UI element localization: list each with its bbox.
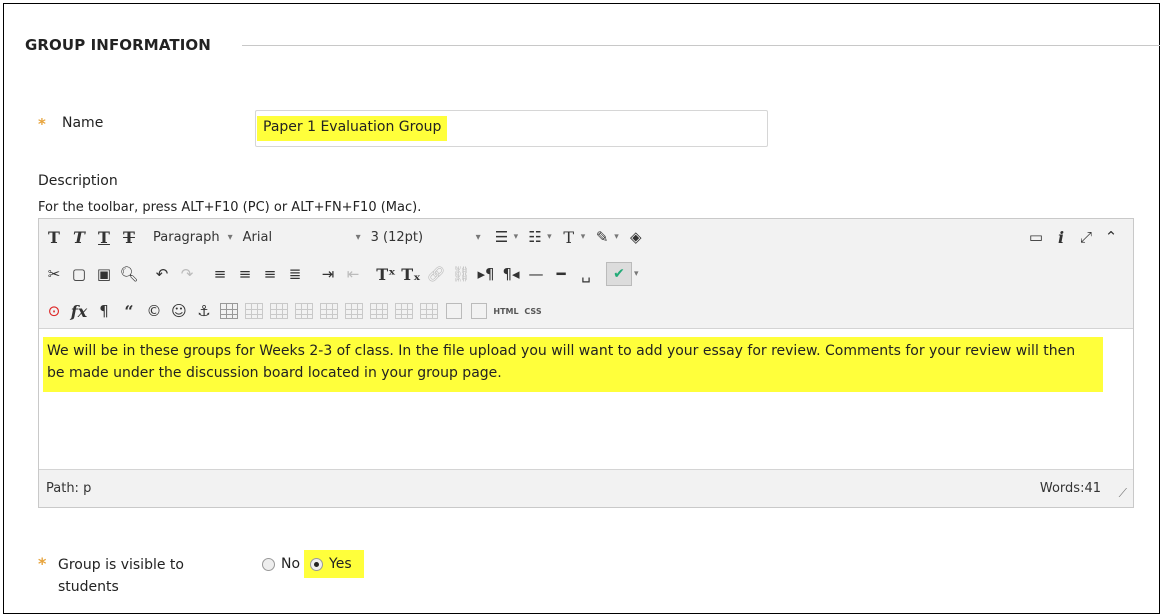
name-input[interactable]: Paper 1 Evaluation Group	[255, 110, 768, 147]
insert-table-icon[interactable]	[218, 300, 240, 322]
insert-row-before-icon[interactable]	[293, 300, 315, 322]
insert-col-after-icon[interactable]	[393, 300, 415, 322]
visibility-no-radio[interactable]	[262, 557, 275, 571]
visibility-radio-group: No Yes	[262, 550, 364, 578]
insert-col-before-icon[interactable]	[368, 300, 390, 322]
undo-icon[interactable]: ↶	[151, 263, 173, 285]
delete-col-icon[interactable]	[418, 300, 440, 322]
chevron-down-icon[interactable]: ▾	[581, 232, 586, 242]
anchor-icon[interactable]: ⚓︎	[193, 300, 215, 322]
name-label: Name	[62, 115, 104, 131]
cut-icon[interactable]: ✂	[43, 263, 65, 285]
chevron-down-icon[interactable]: ▾	[634, 269, 639, 279]
find-icon[interactable]: 🔍︎	[118, 263, 140, 285]
description-label: Description	[38, 173, 118, 189]
path-indicator: Path: p	[46, 481, 92, 496]
info-icon[interactable]: i	[1050, 226, 1072, 248]
merge-cells-icon[interactable]	[468, 300, 490, 322]
math-icon[interactable]: fx	[68, 300, 90, 322]
numbered-list-icon[interactable]: ☷	[524, 226, 546, 248]
visibility-yes-radio[interactable]	[310, 557, 324, 571]
copyright-icon[interactable]: ©	[143, 300, 165, 322]
section-divider	[242, 45, 1160, 46]
table-cell-props-icon[interactable]	[268, 300, 290, 322]
highlight-pen-icon[interactable]: ✎	[591, 226, 613, 248]
toolbar-row-2: ✂ ▢ ▣ 🔍︎ ↶ ↷ ≡ ≡ ≡ ≣ ⇥ ⇤ Tˣ Tₓ 🔗︎ ⛓︎ ▸¶ …	[43, 260, 645, 288]
split-cells-icon[interactable]	[443, 300, 465, 322]
underline-icon[interactable]: T	[93, 226, 115, 248]
thick-rule-icon[interactable]: ━	[550, 263, 572, 285]
description-editor[interactable]: T T T T Paragraph ▾ Arial ▾ 3 (12pt) ▾ ☰ ▾ ☷…	[38, 218, 1134, 508]
link-icon[interactable]: 🔗︎	[425, 263, 447, 285]
size-select[interactable]: 3 (12pt) ▾	[371, 226, 481, 248]
italic-icon[interactable]: T	[68, 226, 90, 248]
unlink-icon[interactable]: ⛓︎	[450, 263, 472, 285]
copy-icon[interactable]: ▢	[68, 263, 90, 285]
format-select[interactable]: Paragraph ▾	[153, 226, 233, 248]
editor-content[interactable]: We will be in these groups for Weeks 2-3…	[43, 337, 1103, 392]
bullet-list-icon[interactable]: ☰	[491, 226, 513, 248]
text-color-icon[interactable]: T	[558, 226, 580, 248]
horizontal-rule-icon[interactable]: —	[525, 263, 547, 285]
subscript-icon[interactable]: Tₓ	[400, 263, 422, 285]
align-right-icon[interactable]: ≡	[259, 263, 281, 285]
name-input-value: Paper 1 Evaluation Group	[257, 116, 448, 141]
bold-icon[interactable]: T	[43, 226, 65, 248]
paste-icon[interactable]: ▣	[93, 263, 115, 285]
chevron-down-icon[interactable]: ▾	[547, 232, 552, 242]
chevron-down-icon[interactable]: ▾	[614, 232, 619, 242]
ltr-icon[interactable]: ▸¶	[475, 263, 497, 285]
delete-row-icon[interactable]	[343, 300, 365, 322]
chevron-down-icon[interactable]: ▾	[514, 232, 519, 242]
collapse-toolbar-icon[interactable]: ⌃	[1100, 226, 1122, 248]
html-icon[interactable]: HTML	[493, 300, 519, 322]
mashup-icon[interactable]: ⊙	[43, 300, 65, 322]
align-center-icon[interactable]: ≡	[234, 263, 256, 285]
emoticon-icon[interactable]: ☺	[168, 300, 190, 322]
required-marker: *	[38, 554, 47, 573]
chevron-down-icon: ▾	[227, 231, 233, 243]
spellcheck-icon[interactable]: ✔	[606, 262, 632, 286]
nonbreaking-space-icon[interactable]: ␣	[575, 263, 597, 285]
editor-toolbar: T T T T Paragraph ▾ Arial ▾ 3 (12pt) ▾ ☰ ▾ ☷…	[39, 219, 1133, 329]
section-title: GROUP INFORMATION	[25, 36, 211, 54]
required-marker: *	[38, 115, 46, 133]
css-icon[interactable]: CSS	[522, 300, 544, 322]
description-text: We will be in these groups for Weeks 2-3…	[43, 337, 1103, 392]
indent-icon[interactable]: ⇥	[317, 263, 339, 285]
chevron-down-icon: ▾	[355, 231, 361, 243]
toolbar-row-3: ⊙ fx ¶ “ © ☺ ⚓︎ HTML CSS	[43, 297, 547, 325]
word-count: Words:41	[1039, 481, 1101, 496]
visibility-no-label[interactable]: No	[281, 556, 300, 572]
paragraph-icon[interactable]: ¶	[93, 300, 115, 322]
eraser-icon[interactable]: ◈	[625, 226, 647, 248]
visibility-yes-option[interactable]: Yes	[304, 550, 364, 578]
visibility-yes-label[interactable]: Yes	[329, 556, 352, 572]
visibility-label: Group is visible to students	[58, 557, 184, 595]
toolbar-row-1: T T T T Paragraph ▾ Arial ▾ 3 (12pt) ▾ ☰ ▾ ☷…	[43, 223, 650, 251]
fullscreen-icon[interactable]: ⤢	[1075, 226, 1097, 248]
strikethrough-icon[interactable]: T	[118, 226, 140, 248]
outdent-icon[interactable]: ⇤	[342, 263, 364, 285]
superscript-icon[interactable]: Tˣ	[375, 263, 397, 285]
editor-statusbar: Path: p Words:41 ⟋	[39, 469, 1133, 507]
rtl-icon[interactable]: ¶◂	[500, 263, 522, 285]
resize-handle-icon[interactable]: ⟋	[1119, 486, 1127, 501]
preview-icon[interactable]: ▭	[1025, 226, 1047, 248]
redo-icon[interactable]: ↷	[176, 263, 198, 285]
blockquote-icon[interactable]: “	[118, 300, 140, 322]
table-row-props-icon[interactable]	[243, 300, 265, 322]
align-left-icon[interactable]: ≡	[209, 263, 231, 285]
font-select[interactable]: Arial ▾	[243, 226, 361, 248]
toolbar-hint: For the toolbar, press ALT+F10 (PC) or A…	[38, 200, 422, 215]
chevron-down-icon: ▾	[475, 231, 481, 243]
insert-row-after-icon[interactable]	[318, 300, 340, 322]
toolbar-right-group: ▭ i ⤢ ⌃	[1025, 223, 1125, 251]
justify-icon[interactable]: ≣	[284, 263, 306, 285]
